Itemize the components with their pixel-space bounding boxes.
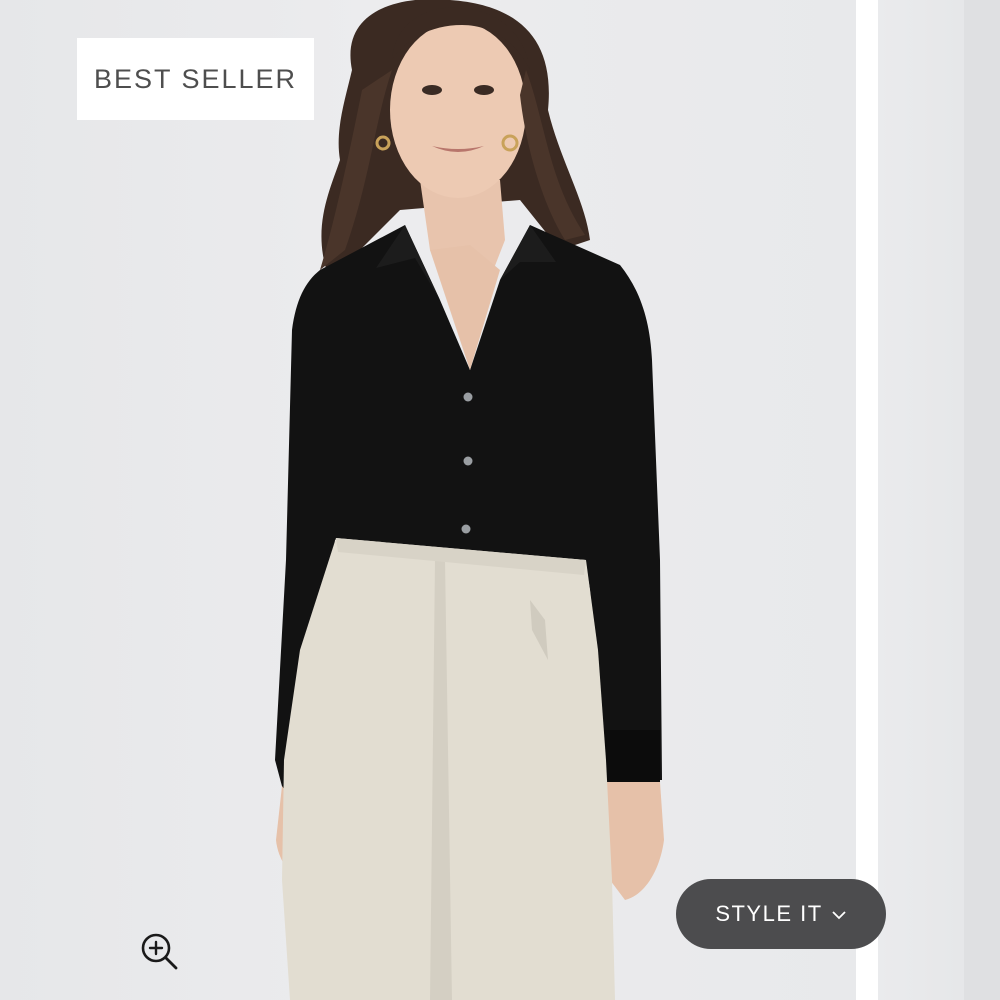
model-illustration bbox=[275, 0, 664, 1000]
next-image-edge bbox=[964, 0, 1000, 1000]
chevron-down-icon bbox=[831, 908, 847, 920]
style-it-label: STYLE IT bbox=[715, 901, 823, 926]
gallery-gutter bbox=[856, 0, 878, 1000]
style-it-button[interactable]: STYLE IT bbox=[676, 879, 886, 949]
product-image[interactable] bbox=[0, 0, 856, 1000]
product-gallery: BEST SELLER STYLE IT bbox=[0, 0, 1000, 1000]
zoom-in-icon[interactable] bbox=[138, 930, 182, 974]
best-seller-badge: BEST SELLER bbox=[77, 38, 314, 120]
next-product-image-peek[interactable] bbox=[878, 0, 1000, 1000]
badge-label: BEST SELLER bbox=[93, 63, 298, 94]
